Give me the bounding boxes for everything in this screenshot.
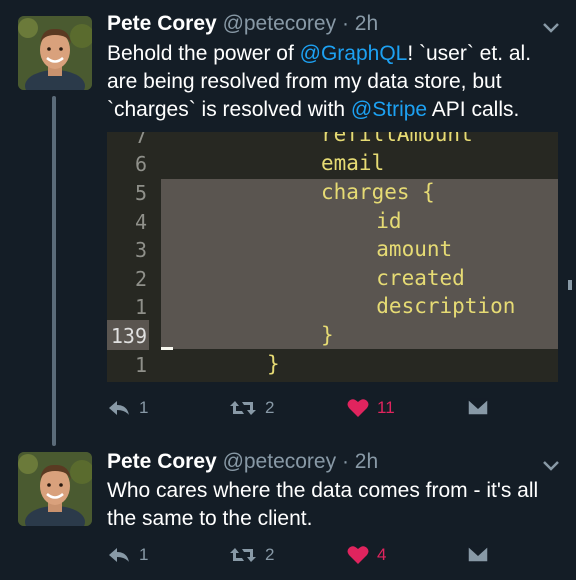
direct-message-button[interactable]: [467, 398, 489, 416]
code-line: description: [351, 294, 516, 318]
line-number: 3: [134, 238, 147, 262]
avatar[interactable]: [18, 452, 92, 526]
reply-icon: [109, 548, 129, 562]
retweet-count: 2: [265, 398, 275, 417]
tweet-text-part: API calls.: [427, 98, 520, 121]
avatar[interactable]: [18, 16, 92, 90]
code-screenshot-image[interactable]: 7 refillAmount 6 email 5 charges { 4 id …: [107, 132, 558, 382]
code-line: id: [351, 209, 402, 233]
tweet-text-part: Behold the power of: [107, 42, 300, 65]
code-line: charges {: [321, 180, 435, 204]
display-name[interactable]: Pete Corey: [107, 450, 217, 473]
text-cursor: [161, 347, 173, 350]
tweet-text: Behold the power of @GraphQL! `user` et.…: [107, 40, 557, 124]
code-line: refillAmount: [321, 132, 473, 146]
tweet-header: Pete Corey @petecorey · 2h: [107, 12, 378, 36]
code-line: email: [321, 151, 385, 175]
reply-icon: [109, 401, 129, 415]
retweet-icon: [230, 401, 256, 415]
line-number: 2: [134, 267, 147, 291]
heart-icon: [347, 399, 369, 417]
code-line: }: [267, 352, 280, 376]
timestamp[interactable]: · 2h: [342, 12, 378, 35]
line-number: 6: [134, 152, 147, 176]
selection-highlight: [161, 179, 558, 349]
code-line: }: [321, 323, 334, 347]
line-number: 7: [134, 132, 147, 148]
tweet[interactable]: Pete Corey @petecorey · 2h Behold the po…: [0, 0, 576, 440]
reply-button[interactable]: 1: [107, 545, 148, 565]
chevron-down-icon[interactable]: [542, 22, 560, 34]
line-number: 139: [110, 324, 147, 348]
tweet-header: Pete Corey @petecorey · 2h: [107, 450, 378, 474]
reply-button[interactable]: 1: [107, 398, 148, 418]
direct-message-button[interactable]: [467, 545, 489, 563]
tweet-text: Who cares where the data comes from - it…: [107, 479, 539, 530]
line-number: 4: [134, 210, 147, 234]
user-handle[interactable]: @petecorey: [223, 450, 337, 473]
like-button[interactable]: 11: [347, 398, 395, 418]
line-number: 5: [134, 181, 147, 205]
code-line: created: [351, 266, 465, 290]
retweet-count: 2: [265, 545, 275, 564]
tweet[interactable]: Pete Corey @petecorey · 2h Who cares whe…: [0, 440, 576, 580]
direct-message-icon: [467, 545, 489, 563]
reply-count: 1: [139, 398, 149, 417]
retweet-icon: [230, 548, 256, 562]
line-number: 1: [134, 353, 147, 377]
user-handle[interactable]: @petecorey: [223, 12, 337, 35]
line-number: 1: [134, 295, 147, 319]
scrollbar-thumb[interactable]: [568, 280, 572, 290]
chevron-down-icon[interactable]: [542, 460, 560, 472]
display-name[interactable]: Pete Corey: [107, 12, 217, 35]
like-count: 11: [377, 398, 395, 417]
timestamp[interactable]: · 2h: [342, 450, 378, 473]
heart-icon: [347, 546, 369, 564]
like-count: 4: [377, 545, 387, 564]
mention-link[interactable]: @Stripe: [351, 98, 427, 121]
retweet-button[interactable]: 2: [229, 398, 274, 418]
reply-count: 1: [139, 545, 149, 564]
direct-message-icon: [467, 398, 489, 416]
code-line: amount: [351, 237, 453, 261]
retweet-button[interactable]: 2: [229, 545, 274, 565]
mention-link[interactable]: @GraphQL: [300, 42, 408, 65]
like-button[interactable]: 4: [347, 545, 386, 565]
